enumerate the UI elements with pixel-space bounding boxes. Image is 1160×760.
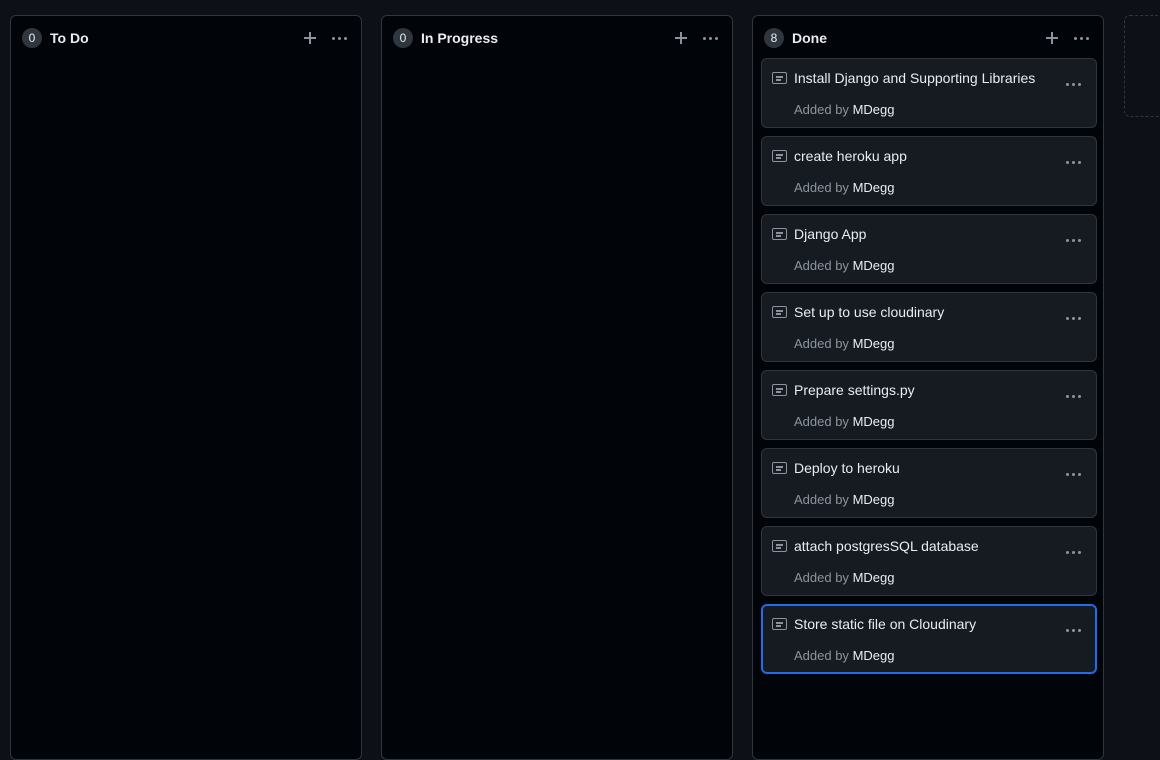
plus-icon: [304, 32, 316, 44]
card-author-link[interactable]: MDegg: [853, 492, 895, 507]
card[interactable]: Deploy to heroku Added by MDegg: [761, 448, 1097, 518]
kebab-menu-icon: [702, 27, 718, 49]
card-meta: Added by MDegg: [794, 492, 894, 507]
column-menu-button[interactable]: [698, 27, 722, 49]
card-menu-button[interactable]: [1066, 541, 1081, 564]
card[interactable]: Set up to use cloudinary Added by MDegg: [761, 292, 1097, 362]
kebab-menu-icon: [1066, 230, 1081, 252]
card-title[interactable]: attach postgresSQL database: [794, 538, 979, 554]
added-by-label: Added by: [794, 570, 849, 585]
column-menu-button[interactable]: [1069, 27, 1093, 49]
card-meta: Added by MDegg: [794, 180, 894, 195]
column-done: 8 Done Install Django and Supporting Lib…: [752, 15, 1104, 760]
card-author-link[interactable]: MDegg: [853, 648, 895, 663]
card-title[interactable]: Django App: [794, 226, 866, 242]
card-title[interactable]: Set up to use cloudinary: [794, 304, 944, 320]
note-icon: [772, 384, 787, 396]
card[interactable]: create heroku app Added by MDegg: [761, 136, 1097, 206]
card-meta: Added by MDegg: [794, 102, 894, 117]
add-column-placeholder[interactable]: [1124, 15, 1160, 117]
add-card-button[interactable]: [669, 27, 693, 49]
card-menu-button[interactable]: [1066, 229, 1081, 252]
added-by-label: Added by: [794, 648, 849, 663]
kebab-menu-icon: [1066, 542, 1081, 564]
kebab-menu-icon: [1073, 27, 1089, 49]
card[interactable]: Django App Added by MDegg: [761, 214, 1097, 284]
card-title[interactable]: create heroku app: [794, 148, 907, 164]
note-icon: [772, 228, 787, 240]
note-icon: [772, 618, 787, 630]
card-menu-button[interactable]: [1066, 307, 1081, 330]
card-meta: Added by MDegg: [794, 258, 894, 273]
added-by-label: Added by: [794, 180, 849, 195]
card[interactable]: Prepare settings.py Added by MDegg: [761, 370, 1097, 440]
added-by-label: Added by: [794, 258, 849, 273]
card-title[interactable]: Deploy to heroku: [794, 460, 900, 476]
column-menu-button[interactable]: [327, 27, 351, 49]
note-icon: [772, 306, 787, 318]
note-icon: [772, 462, 787, 474]
note-icon: [772, 540, 787, 552]
note-icon: [772, 72, 787, 84]
card-title[interactable]: Store static file on Cloudinary: [794, 616, 976, 632]
card-author-link[interactable]: MDegg: [853, 570, 895, 585]
add-card-button[interactable]: [1040, 27, 1064, 49]
column-title: Done: [792, 30, 827, 46]
column-header: 8 Done: [764, 27, 1093, 49]
kebab-menu-icon: [1066, 620, 1081, 642]
note-icon: [772, 150, 787, 162]
card[interactable]: Install Django and Supporting Libraries A…: [761, 58, 1097, 128]
card-author-link[interactable]: MDegg: [853, 336, 895, 351]
kebab-menu-icon: [1066, 308, 1081, 330]
column-count-badge: 8: [764, 28, 784, 48]
kebab-menu-icon: [1066, 152, 1081, 174]
card-menu-button[interactable]: [1066, 619, 1081, 642]
card-title[interactable]: Install Django and Supporting Libraries: [794, 70, 1035, 86]
card[interactable]: attach postgresSQL database Added by MDeg…: [761, 526, 1097, 596]
column-header: 0 To Do: [22, 27, 351, 49]
plus-icon: [1046, 32, 1058, 44]
card-menu-button[interactable]: [1066, 463, 1081, 486]
kebab-menu-icon: [331, 27, 347, 49]
card-menu-button[interactable]: [1066, 73, 1081, 96]
added-by-label: Added by: [794, 414, 849, 429]
column-count-badge: 0: [393, 28, 413, 48]
kebab-menu-icon: [1066, 74, 1081, 96]
added-by-label: Added by: [794, 102, 849, 117]
card-meta: Added by MDegg: [794, 414, 894, 429]
plus-icon: [675, 32, 687, 44]
card-menu-button[interactable]: [1066, 151, 1081, 174]
card-meta: Added by MDegg: [794, 570, 894, 585]
card-author-link[interactable]: MDegg: [853, 180, 895, 195]
column-title: To Do: [50, 30, 89, 46]
card-menu-button[interactable]: [1066, 385, 1081, 408]
column-count-badge: 0: [22, 28, 42, 48]
card-author-link[interactable]: MDegg: [853, 414, 895, 429]
added-by-label: Added by: [794, 492, 849, 507]
column-title: In Progress: [421, 30, 499, 46]
card-author-link[interactable]: MDegg: [853, 102, 895, 117]
column-in-progress: 0 In Progress: [381, 15, 733, 760]
card-author-link[interactable]: MDegg: [853, 258, 895, 273]
card-meta: Added by MDegg: [794, 648, 894, 663]
kebab-menu-icon: [1066, 464, 1081, 486]
added-by-label: Added by: [794, 336, 849, 351]
add-card-button[interactable]: [298, 27, 322, 49]
column-header: 0 In Progress: [393, 27, 722, 49]
column-to-do: 0 To Do: [10, 15, 362, 760]
kebab-menu-icon: [1066, 386, 1081, 408]
card[interactable]: Store static file on Cloudinary Added by …: [761, 604, 1097, 674]
card-meta: Added by MDegg: [794, 336, 894, 351]
card-title[interactable]: Prepare settings.py: [794, 382, 915, 398]
